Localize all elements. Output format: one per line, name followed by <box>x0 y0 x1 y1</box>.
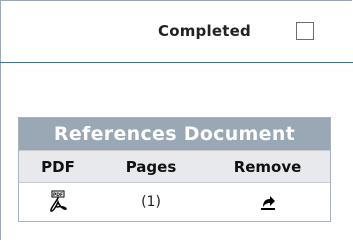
references-table: PDF Pages Remove PDF (1) <box>19 150 330 221</box>
completed-checkbox[interactable] <box>296 22 314 40</box>
top-bar: Completed <box>0 0 353 63</box>
pdf-cell: PDF <box>19 183 97 222</box>
remove-cell <box>205 183 330 222</box>
table-row: PDF (1) <box>19 183 330 222</box>
pdf-icon[interactable]: PDF <box>19 190 97 214</box>
table-header-row: PDF Pages Remove <box>19 150 330 183</box>
references-panel: References Document PDF Pages Remove PDF <box>18 117 331 222</box>
column-header-remove: Remove <box>205 150 330 183</box>
column-header-pages: Pages <box>97 150 205 183</box>
pages-cell: (1) <box>141 194 161 210</box>
column-header-pdf: PDF <box>19 150 97 183</box>
remove-icon[interactable] <box>205 191 330 213</box>
svg-text:PDF: PDF <box>53 192 63 198</box>
references-title: References Document <box>19 118 330 150</box>
completed-label: Completed <box>158 22 251 40</box>
